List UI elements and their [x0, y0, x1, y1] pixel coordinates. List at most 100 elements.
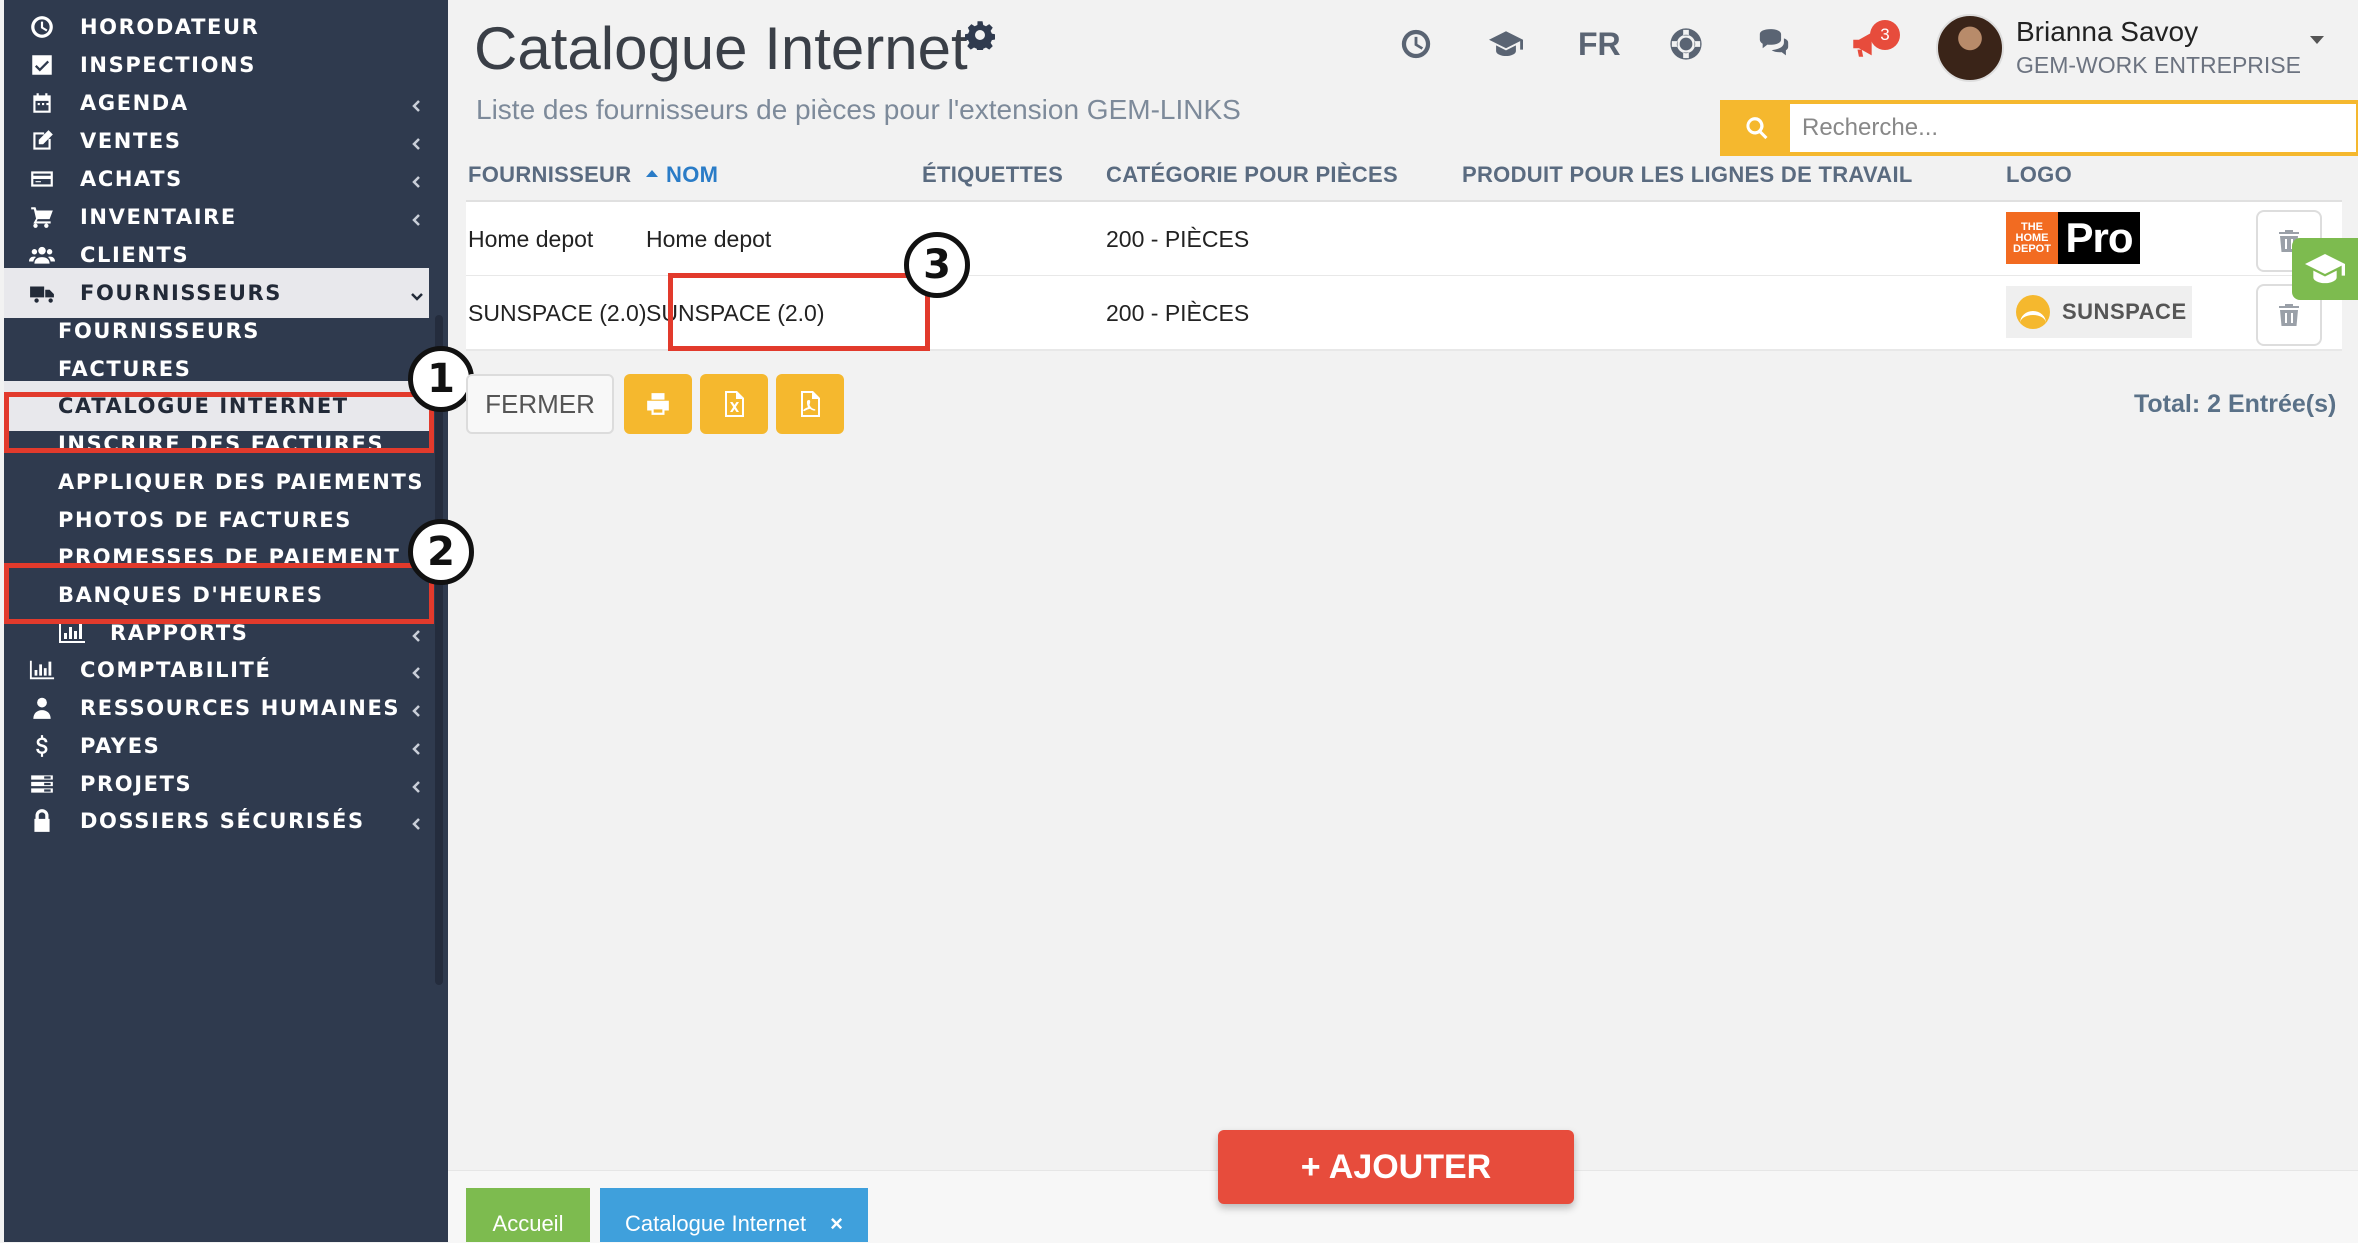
table-header: FOURNISSEUR NOM ÉTIQUETTES CATÉGORIE POU… [466, 150, 2342, 202]
cell-fournisseur: SUNSPACE (2.0) [468, 300, 647, 326]
caret-down-icon[interactable] [2310, 36, 2324, 44]
column-header-nom[interactable]: NOM [646, 162, 718, 188]
cell-categorie: 200 - PIÈCES [1106, 300, 1250, 326]
user-name[interactable]: Brianna Savoy [2016, 16, 2198, 48]
chevron-left-icon [409, 738, 425, 755]
submenu-item-label: FOURNISSEURS [58, 319, 261, 343]
pro-logo-text: Pro [2058, 212, 2140, 264]
chevron-left-icon [409, 133, 425, 150]
sort-asc-icon [646, 169, 658, 177]
checkbox-icon [26, 49, 58, 81]
help-tab[interactable] [2292, 238, 2358, 300]
print-button[interactable] [624, 374, 692, 434]
avatar[interactable] [1936, 14, 2004, 82]
notification-badge: 3 [1870, 20, 1900, 50]
chat-icon[interactable] [1752, 22, 1796, 66]
page-title: Catalogue Internet [474, 15, 968, 82]
submenu-item-label: APPLIQUER DES PAIEMENTS [58, 470, 425, 494]
submenu-item-label: CATALOGUE INTERNET [58, 394, 349, 418]
file-pdf-icon [801, 391, 820, 417]
column-header-logo[interactable]: LOGO [2006, 162, 2072, 188]
dollar-icon [26, 730, 58, 762]
sidebar-item-label: PROJETS [80, 772, 193, 796]
edit-icon [26, 125, 58, 157]
chevron-left-icon [409, 776, 425, 793]
cell-fournisseur: Home depot [468, 226, 594, 252]
clock-icon [26, 11, 58, 43]
export-excel-button[interactable] [700, 374, 768, 434]
cell-nom: Home depot [646, 226, 772, 252]
logo-text: THE HOME DEPOT [2013, 220, 2051, 255]
column-header-categorie[interactable]: CATÉGORIE POUR PIÈCES [1106, 162, 1398, 188]
clock-icon[interactable] [1394, 22, 1438, 66]
truck-icon [26, 277, 58, 309]
submenu-item-label: FACTURES [58, 357, 192, 381]
table-row[interactable]: SUNSPACE (2.0) SUNSPACE (2.0) 200 - PIÈC… [466, 276, 2342, 351]
chevron-left-icon [409, 171, 425, 188]
sidebar-item-label: COMPTABILITÉ [80, 658, 272, 682]
sidebar-item-label: INSPECTIONS [80, 53, 256, 77]
page-subtitle: Liste des fournisseurs de pièces pour l'… [476, 94, 1241, 125]
file-excel-icon [725, 391, 744, 417]
column-header-produit[interactable]: PRODUIT POUR LES LIGNES DE TRAVAIL [1462, 162, 1913, 188]
submenu-item-label: RAPPORTS [110, 621, 249, 645]
language-selector[interactable]: FR [1578, 26, 1621, 63]
chevron-left-icon [409, 700, 425, 717]
lock-icon [26, 805, 58, 837]
sidebar-item-label: INVENTAIRE [80, 205, 237, 229]
sidebar-item-dossiers-securises[interactable]: DOSSIERS SÉCURISÉS [4, 796, 429, 846]
bar-chart-icon [26, 654, 58, 686]
sidebar-item-label: PAYES [80, 734, 161, 758]
chevron-left-icon [409, 662, 425, 679]
cart-icon [26, 201, 58, 233]
sidebar: HORODATEUR INSPECTIONS AGENDA VENTES ACH… [4, 0, 448, 1242]
chevron-down-icon [409, 285, 425, 301]
export-pdf-button[interactable] [776, 374, 844, 434]
submenu-item-label: INSCRIRE DES FACTURES [58, 432, 385, 456]
calendar-icon [26, 87, 58, 119]
sidebar-scrollbar[interactable] [435, 315, 443, 985]
total-entries: Total: 2 Entrée(s) [2134, 390, 2337, 418]
callout-marker-3: 3 [904, 232, 970, 298]
user-company: GEM-WORK ENTREPRISE [2016, 52, 2301, 78]
column-header-fournisseur[interactable]: FOURNISSEUR [468, 162, 631, 188]
home-depot-pro-logo: THE HOME DEPOT Pro [2006, 212, 2140, 264]
sunspace-logo: SUNSPACE [2006, 286, 2192, 338]
lifebuoy-icon[interactable] [1664, 22, 1708, 66]
sidebar-item-label: HORODATEUR [80, 15, 260, 39]
sidebar-item-label: CLIENTS [80, 243, 190, 267]
home-depot-logo-mark: THE HOME DEPOT [2006, 212, 2058, 264]
sidebar-item-label: RESSOURCES HUMAINES [80, 696, 401, 720]
tab-label: Catalogue Internet [625, 1211, 807, 1236]
add-button[interactable]: + AJOUTER [1218, 1130, 1574, 1204]
search-input[interactable] [1790, 104, 2356, 152]
sidebar-item-label: VENTES [80, 129, 182, 153]
sidebar-item-label: FOURNISSEURS [80, 281, 283, 305]
column-header-label: NOM [666, 162, 719, 187]
credit-card-icon [26, 163, 58, 195]
sidebar-item-label: DOSSIERS SÉCURISÉS [80, 809, 365, 833]
search-icon[interactable] [1724, 104, 1790, 152]
graduation-cap-icon[interactable] [1484, 22, 1528, 66]
chevron-left-icon [409, 209, 425, 226]
sun-icon [2016, 295, 2050, 329]
chevron-left-icon [409, 813, 425, 830]
cell-nom: SUNSPACE (2.0) [646, 300, 825, 326]
user-icon [26, 692, 58, 724]
sidebar-item-label: ACHATS [80, 167, 183, 191]
trash-icon [2279, 304, 2299, 326]
tab-accueil[interactable]: Accueil [466, 1188, 590, 1242]
main-content: Catalogue Internet Liste des fournisseur… [448, 0, 2358, 1242]
close-button[interactable]: FERMER [466, 374, 614, 434]
cell-categorie: 200 - PIÈCES [1106, 226, 1250, 252]
sidebar-item-label: AGENDA [80, 91, 189, 115]
close-icon[interactable]: × [830, 1211, 843, 1237]
tab-catalogue-internet[interactable]: Catalogue Internet × [600, 1188, 868, 1242]
chevron-left-icon [409, 625, 425, 642]
logo-text: SUNSPACE [2062, 299, 2187, 324]
bar-chart-icon [58, 620, 88, 646]
table-row[interactable]: Home depot Home depot 200 - PIÈCES THE H… [466, 202, 2342, 277]
printer-icon [647, 393, 669, 415]
column-header-etiquettes[interactable]: ÉTIQUETTES [922, 162, 1063, 188]
gear-icon[interactable] [964, 20, 997, 53]
